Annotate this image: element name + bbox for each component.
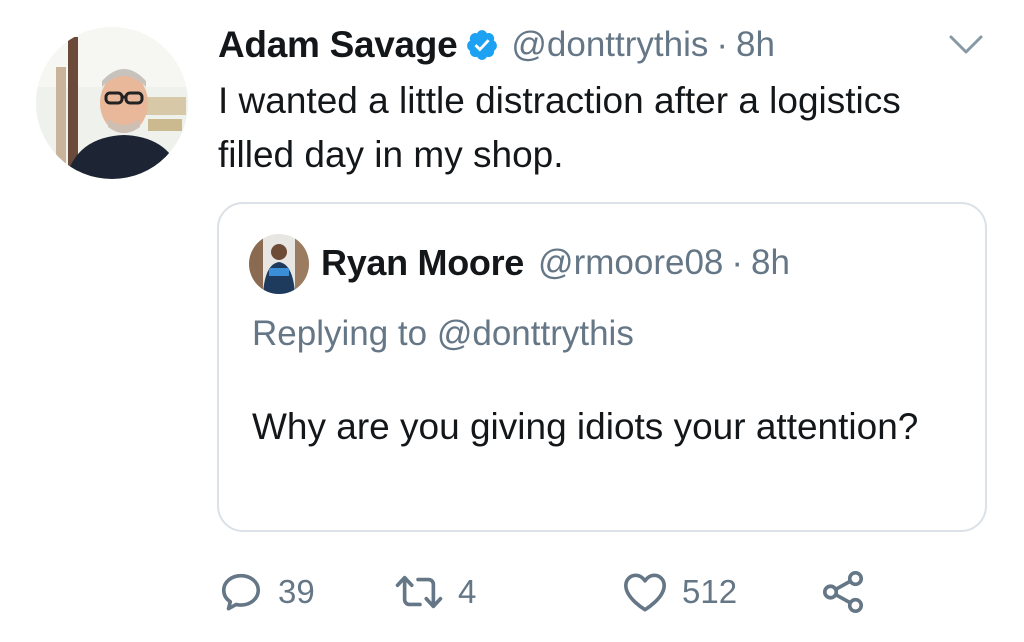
tweet[interactable]: Adam Savage @donttrythis · 8h I wanted a… xyxy=(0,0,1024,642)
author-avatar-image xyxy=(36,27,188,179)
share-button[interactable] xyxy=(820,566,866,618)
like-count: 512 xyxy=(682,573,738,610)
reply-icon xyxy=(218,569,264,615)
quoted-author-avatar-image xyxy=(249,234,309,294)
verified-badge-icon xyxy=(465,28,499,62)
author-avatar[interactable] xyxy=(36,27,188,179)
quoted-tweet-text: Why are you giving idiots your attention… xyxy=(252,406,919,447)
quoted-author-avatar[interactable] xyxy=(249,234,309,294)
reply-button[interactable]: 39 xyxy=(218,566,315,618)
quoted-author-display-name[interactable]: Ryan Moore xyxy=(321,242,524,284)
quoted-separator-dot: · xyxy=(731,243,744,282)
quoted-tweet-timestamp[interactable]: 8h xyxy=(751,243,790,283)
author-display-name[interactable]: Adam Savage xyxy=(218,24,458,66)
retweet-count: 4 xyxy=(458,573,477,610)
like-button[interactable]: 512 xyxy=(622,566,737,618)
heart-icon xyxy=(622,570,668,614)
tweet-header: Adam Savage @donttrythis · 8h xyxy=(218,22,775,68)
tweet-timestamp[interactable]: 8h xyxy=(736,25,775,65)
quoted-author-handle[interactable]: @rmoore08 xyxy=(538,243,723,283)
separator-dot: · xyxy=(716,25,729,64)
replying-to-label[interactable]: Replying to @donttrythis xyxy=(252,314,634,354)
reply-count: 39 xyxy=(278,573,315,610)
retweet-icon xyxy=(394,569,444,615)
quoted-tweet-header: Ryan Moore @rmoore08 · 8h xyxy=(321,240,790,286)
share-icon xyxy=(820,569,866,615)
quoted-tweet-card[interactable]: Ryan Moore @rmoore08 · 8h Replying to @d… xyxy=(217,202,987,532)
retweet-button[interactable]: 4 xyxy=(394,566,476,618)
tweet-text: I wanted a little distraction after a lo… xyxy=(218,80,901,175)
author-handle[interactable]: @donttrythis xyxy=(511,25,708,65)
tweet-actions-bar: 39 4 512 xyxy=(218,566,918,618)
more-options-chevron-down-icon[interactable] xyxy=(946,32,986,58)
